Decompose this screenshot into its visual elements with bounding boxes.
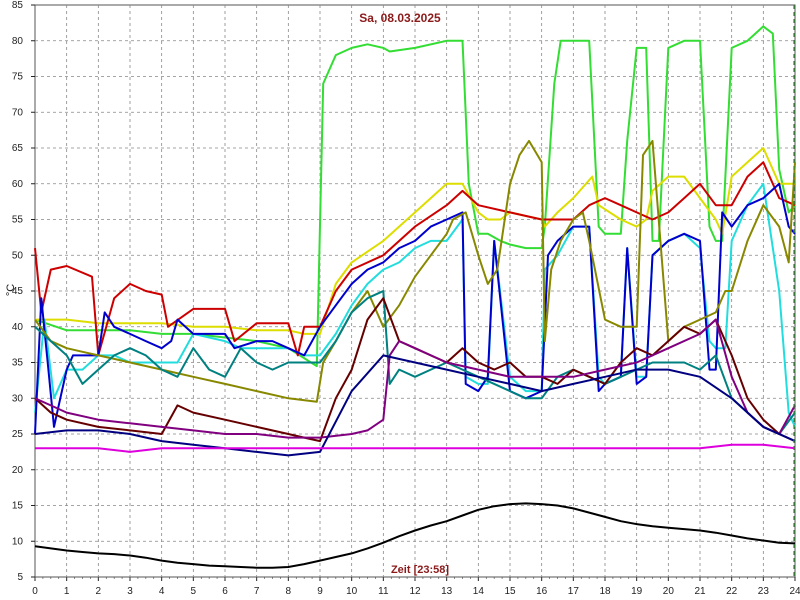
x-tick-label: 18 <box>599 586 611 597</box>
x-tick-label: 10 <box>346 586 358 597</box>
y-tick-label: 20 <box>12 465 24 476</box>
x-tick-label: 19 <box>631 586 643 597</box>
y-tick-label: 25 <box>12 429 24 440</box>
x-tick-label: 7 <box>254 586 260 597</box>
x-tick-label: 21 <box>694 586 706 597</box>
x-tick-label: 5 <box>191 586 197 597</box>
x-tick-label: 4 <box>159 586 165 597</box>
x-tick-label: 3 <box>127 586 133 597</box>
x-tick-label: 9 <box>317 586 323 597</box>
x-axis-label: Zeit [23:58] <box>391 564 449 576</box>
y-tick-label: 30 <box>12 393 24 404</box>
y-tick-label: 80 <box>12 36 24 47</box>
y-tick-label: 70 <box>12 107 24 118</box>
x-tick-label: 14 <box>473 586 485 597</box>
x-tick-label: 23 <box>758 586 770 597</box>
y-tick-label: 65 <box>12 143 24 154</box>
x-tick-label: 6 <box>222 586 228 597</box>
y-tick-label: 15 <box>12 501 24 512</box>
x-tick-label: 12 <box>409 586 421 597</box>
y-tick-label: 5 <box>17 572 23 583</box>
y-tick-label: 85 <box>12 0 24 11</box>
x-tick-label: 11 <box>378 586 389 597</box>
y-tick-label: 60 <box>12 179 24 190</box>
x-tick-label: 2 <box>96 586 102 597</box>
x-tick-label: 0 <box>32 586 38 597</box>
x-tick-label: 8 <box>286 586 292 597</box>
x-tick-label: 1 <box>64 586 70 597</box>
y-tick-label: 35 <box>12 358 24 369</box>
y-axis-label: °C <box>5 284 17 296</box>
y-tick-label: 50 <box>12 250 24 261</box>
temperature-chart: 5101520253035404550556065707580850 1 2 3 4 5 6… <box>5 0 800 597</box>
chart-title: Sa, 08.03.2025 <box>359 11 441 25</box>
y-tick-label: 55 <box>12 215 24 226</box>
x-tick-label: 13 <box>441 586 453 597</box>
y-tick-label: 75 <box>12 72 24 83</box>
y-tick-label: 40 <box>12 322 24 333</box>
x-tick-label: 22 <box>726 586 738 597</box>
series-line-10 <box>34 354 796 457</box>
x-tick-label: 16 <box>536 586 548 597</box>
x-tick-label: 17 <box>568 586 580 597</box>
y-tick-label: 10 <box>12 536 24 547</box>
x-tick-label: 20 <box>663 586 675 597</box>
x-tick-label: 15 <box>504 586 516 597</box>
x-tick-label: 24 <box>789 586 800 597</box>
